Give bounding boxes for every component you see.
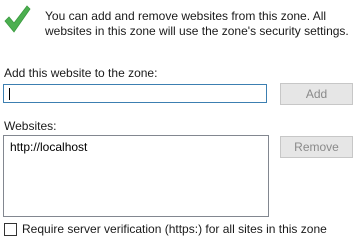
text-caret	[9, 88, 10, 100]
add-website-label: Add this website to the zone:	[4, 66, 158, 80]
websites-list[interactable]: http://localhost	[3, 135, 269, 217]
green-checkmark-icon	[4, 5, 31, 33]
add-button[interactable]: Add	[280, 83, 353, 105]
list-item[interactable]: http://localhost	[10, 140, 87, 154]
websites-label: Websites:	[4, 119, 57, 133]
remove-button[interactable]: Remove	[280, 136, 353, 158]
zone-info-text: You can add and remove websites from thi…	[45, 9, 349, 38]
require-https-label[interactable]: Require server verification (https:) for…	[22, 222, 327, 236]
require-https-checkbox[interactable]	[4, 223, 17, 236]
website-url-input[interactable]	[3, 84, 267, 103]
